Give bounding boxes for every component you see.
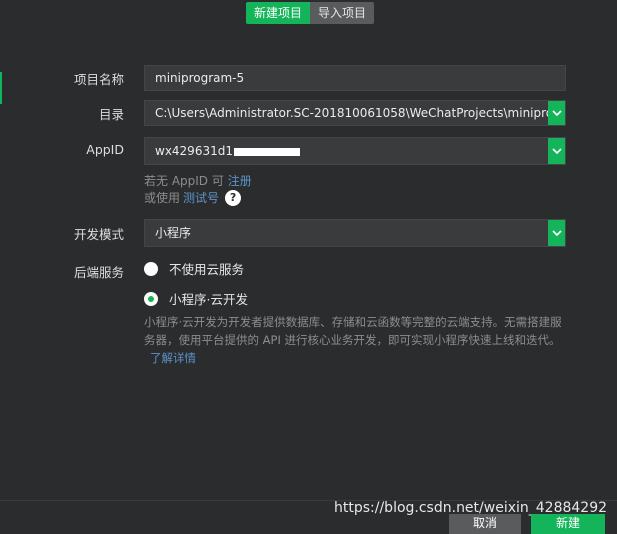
radio-label: 不使用云服务 (169, 262, 245, 277)
chevron-down-icon (551, 230, 562, 236)
dev-mode-select[interactable]: 小程序 (144, 219, 566, 247)
radio-label: 小程序·云开发 (169, 292, 248, 307)
cancel-button[interactable]: 取消 (449, 514, 521, 534)
hint-text: 若无 AppID 可 (144, 174, 224, 188)
directory-input[interactable]: C:\Users\Administrator.SC-201810061058\W… (144, 100, 566, 126)
learn-more-link[interactable]: 了解详情 (150, 351, 196, 365)
help-icon[interactable]: ? (225, 189, 242, 206)
project-tabs: 新建项目 导入项目 (246, 2, 375, 24)
create-button[interactable]: 新建 (531, 514, 605, 534)
appid-value: wx429631d1 (155, 144, 233, 158)
radio-cloud-dev[interactable]: 小程序·云开发 (144, 289, 248, 308)
dev-mode-label: 开发模式 (73, 227, 124, 242)
appid-input[interactable]: wx429631d1 (144, 137, 566, 165)
tab-new-project[interactable]: 新建项目 (246, 2, 311, 24)
project-name-label: 项目名称 (73, 72, 124, 87)
radio-no-cloud[interactable]: 不使用云服务 (144, 259, 244, 278)
appid-dropdown-button[interactable] (548, 138, 565, 164)
chevron-down-icon (551, 110, 562, 116)
project-name-input[interactable]: miniprogram-5 (144, 65, 566, 91)
backend-label: 后端服务 (73, 265, 124, 280)
appid-label: AppID (86, 142, 124, 157)
tab-import-project[interactable]: 导入项目 (310, 2, 375, 24)
cloud-description-text: 小程序·云开发为开发者提供数据库、存储和云函数等完整的云端支持。无需搭建服务器，… (144, 315, 562, 347)
redacted-mark (233, 147, 300, 156)
dev-mode-dropdown-button[interactable] (548, 220, 565, 246)
directory-dropdown-button[interactable] (548, 101, 565, 125)
chevron-down-icon (551, 148, 562, 154)
appid-register-hint: 若无 AppID 可 注册 (144, 172, 252, 189)
cloud-description: 小程序·云开发为开发者提供数据库、存储和云函数等完整的云端支持。无需搭建服务器，… (144, 313, 572, 367)
test-account-hint: 或使用 测试号 ? (144, 189, 242, 206)
test-account-link[interactable]: 测试号 (183, 189, 219, 206)
sidebar-active-indicator (0, 72, 2, 104)
hint-or-use: 或使用 (144, 191, 181, 205)
register-link[interactable]: 注册 (228, 174, 252, 188)
directory-label: 目录 (98, 107, 124, 122)
radio-button-checked[interactable] (144, 291, 158, 306)
radio-button[interactable] (144, 261, 158, 276)
dev-mode-value: 小程序 (155, 226, 192, 240)
directory-value: C:\Users\Administrator.SC-201810061058\W… (155, 106, 566, 120)
